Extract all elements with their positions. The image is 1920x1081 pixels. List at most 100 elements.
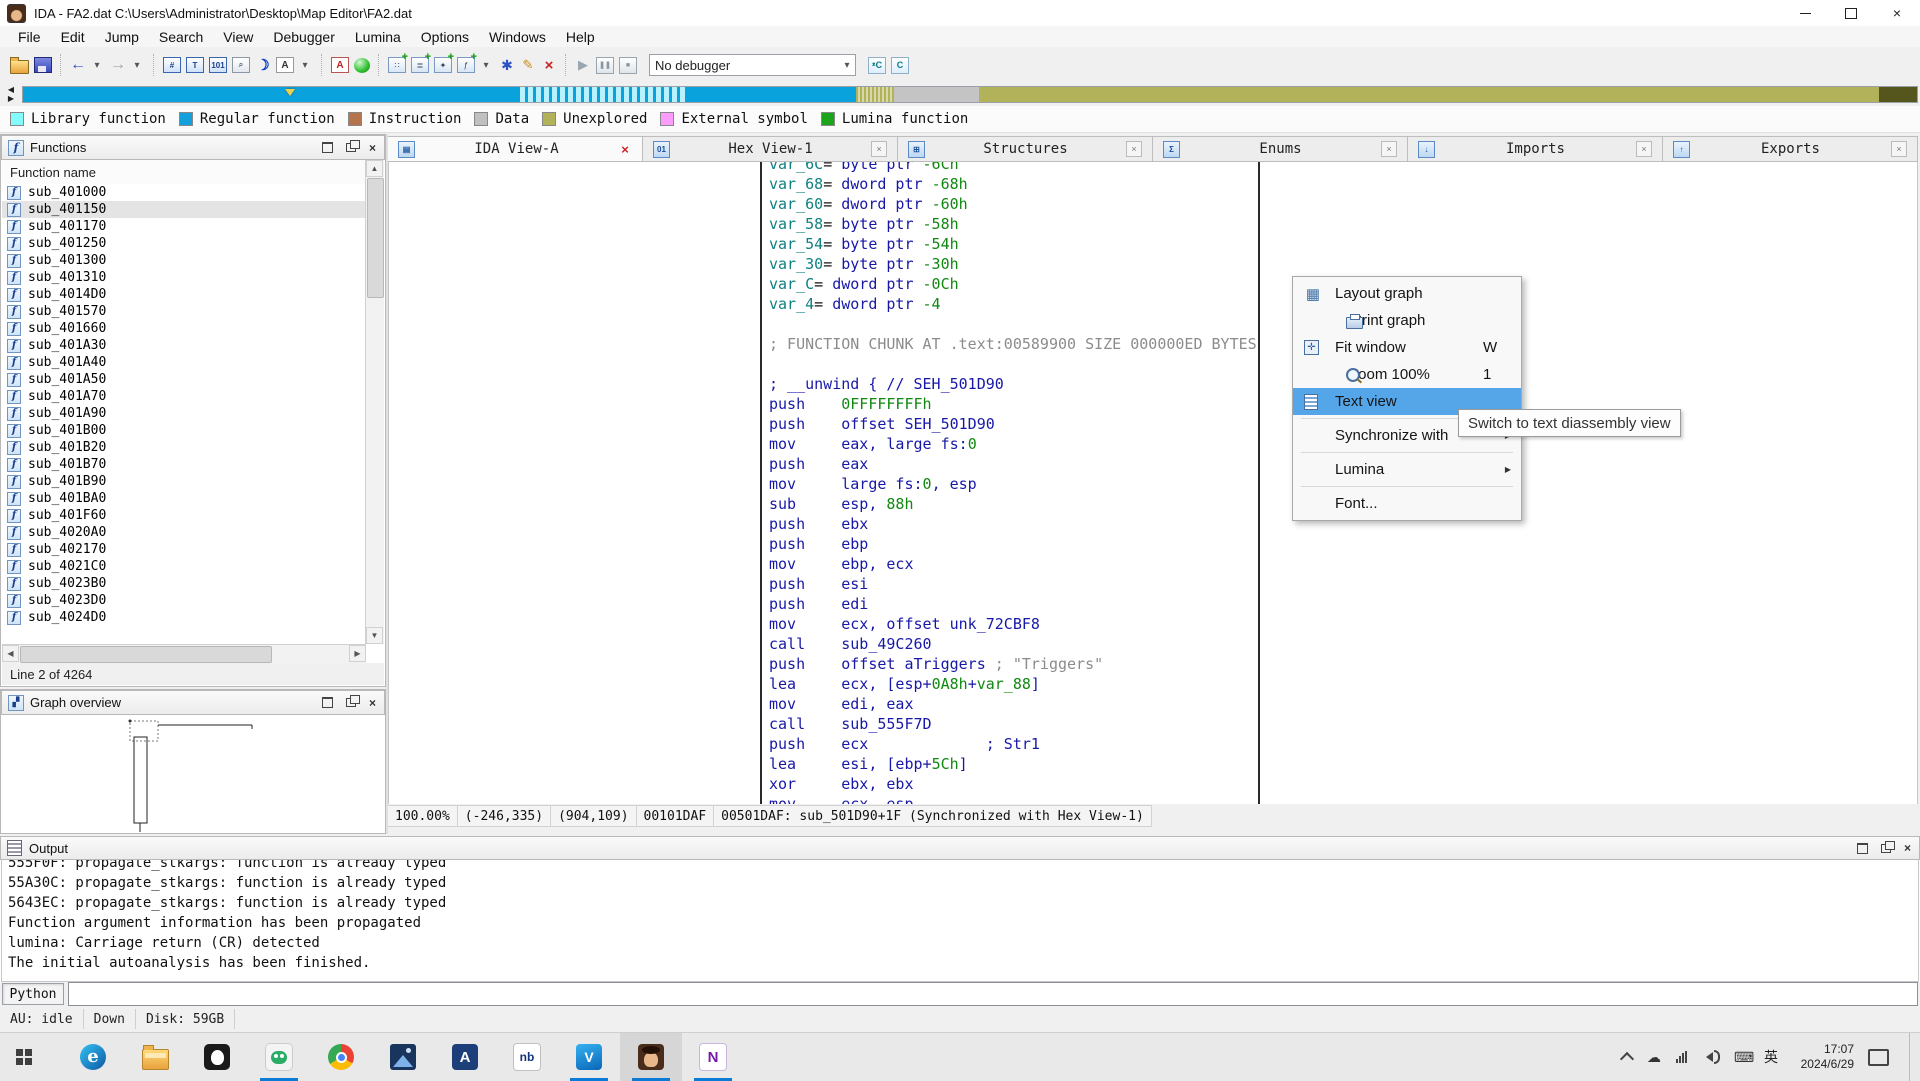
asm-line[interactable]: push offset SEH_501D90 [769, 414, 1258, 434]
context-menu-item[interactable]: Lumina [1293, 456, 1521, 483]
panel-float-icon[interactable] [346, 698, 356, 707]
keyboard-icon[interactable]: ⌨ [1734, 1049, 1750, 1066]
function-name-column-header[interactable]: Function name [2, 160, 366, 185]
network-icon[interactable] [1676, 1051, 1687, 1063]
taskbar-app-button[interactable] [310, 1033, 372, 1081]
graph-overview-canvas[interactable] [2, 715, 384, 832]
cloud-icon[interactable]: ☁ [1646, 1049, 1662, 1066]
undefine-icon[interactable]: × [541, 56, 557, 74]
debug-pause-icon[interactable]: ❚❚ [596, 57, 614, 74]
function-list-item[interactable]: f sub_401250 [2, 235, 366, 252]
jump-name-icon[interactable]: T [186, 57, 204, 73]
asm-line[interactable]: mov ebp, ecx [769, 554, 1258, 574]
context-menu-item[interactable]: Fit window W [1293, 334, 1521, 361]
taskbar-app-button[interactable] [620, 1033, 682, 1081]
back-dropdown-icon[interactable]: ▾ [89, 56, 105, 74]
maximize-button[interactable] [1828, 0, 1874, 26]
context-menu-item[interactable] [1301, 486, 1513, 487]
scrollbar-thumb[interactable] [367, 178, 384, 298]
forward-dropdown-icon[interactable]: ▾ [129, 56, 145, 74]
asm-line[interactable]: push ecx ; Str1 [769, 734, 1258, 754]
asm-line[interactable]: sub esp, 88h [769, 494, 1258, 514]
asm-line[interactable]: call sub_49C260 [769, 634, 1258, 654]
chevron-down-icon[interactable]: ▾ [839, 60, 855, 71]
jump-binary-icon[interactable]: 101 [209, 57, 227, 73]
menu-item[interactable]: Windows [479, 26, 556, 47]
asm-line[interactable]: var_58= byte ptr -58h [769, 214, 1258, 234]
panel-float-icon[interactable] [346, 143, 356, 152]
asm-line[interactable]: var_4= dword ptr -4 [769, 294, 1258, 314]
function-list-item[interactable]: f sub_401BA0 [2, 490, 366, 507]
context-menu-item[interactable] [1301, 452, 1513, 453]
view-tab[interactable]: ▤ IDA View-A × [388, 136, 643, 162]
asm-line[interactable]: xor ebx, ebx [769, 774, 1258, 794]
make-code-icon[interactable]: ∷ [388, 57, 406, 73]
panel-restore-icon[interactable] [322, 697, 333, 708]
navigate-forward-icon[interactable]: → [110, 56, 126, 74]
taskbar-app-button[interactable] [682, 1033, 744, 1081]
function-list-item[interactable]: f sub_4021C0 [2, 558, 366, 575]
function-list-item[interactable]: f sub_401A40 [2, 354, 366, 371]
python-selector-button[interactable]: Python [2, 983, 64, 1005]
function-list-item[interactable]: f sub_4024D0 [2, 609, 366, 626]
function-list-item[interactable]: f sub_4023D0 [2, 592, 366, 609]
function-list-item[interactable]: f sub_401F60 [2, 507, 366, 524]
menu-item[interactable]: Jump [95, 26, 149, 47]
asm-line[interactable]: ; FUNCTION CHUNK AT .text:00589900 SIZE … [769, 334, 1258, 354]
debug-run-icon[interactable]: ▶ [575, 56, 591, 74]
panel-float-icon[interactable] [1881, 844, 1891, 853]
debugger-setup-icon[interactable]: C [891, 57, 909, 74]
debugger-selector[interactable]: No debugger ▾ [649, 54, 856, 76]
view-tab[interactable]: 01 Hex View-1 × [643, 136, 898, 162]
menu-item[interactable]: Search [149, 26, 213, 47]
debugger-options-icon[interactable]: ᵜC [868, 57, 886, 74]
ascii-strings-icon[interactable]: A [276, 57, 294, 73]
menu-item[interactable]: Edit [51, 26, 95, 47]
view-tab[interactable]: ↓ Imports × [1408, 136, 1663, 162]
tab-close-icon[interactable]: × [618, 142, 632, 156]
taskbar-app-button[interactable] [62, 1033, 124, 1081]
notification-center-icon[interactable] [1868, 1049, 1889, 1066]
scroll-down-icon[interactable]: ▼ [366, 627, 383, 644]
asm-line[interactable]: push offset aTriggers ; "Triggers" [769, 654, 1258, 674]
save-file-icon[interactable] [34, 57, 52, 73]
view-tab[interactable]: Σ Enums × [1153, 136, 1408, 162]
open-file-icon[interactable] [10, 60, 29, 74]
tab-close-icon[interactable]: × [1126, 141, 1142, 157]
asm-line[interactable] [769, 314, 1258, 334]
scrollbar-thumb[interactable] [20, 646, 272, 663]
asm-line[interactable]: mov large fs:0, esp [769, 474, 1258, 494]
asm-line[interactable]: var_68= dword ptr -68h [769, 174, 1258, 194]
edit-icon[interactable]: ✎ [520, 56, 536, 74]
function-list-item[interactable]: f sub_401150 [2, 201, 366, 218]
jump-address-icon[interactable]: # [163, 57, 181, 73]
function-list-item[interactable]: f sub_401000 [2, 184, 366, 201]
function-list-item[interactable]: f sub_401B20 [2, 439, 366, 456]
asm-line[interactable]: var_C= dword ptr -0Ch [769, 274, 1258, 294]
menu-item[interactable]: File [8, 26, 51, 47]
asm-line[interactable]: var_6C= byte ptr -6Ch [769, 162, 1258, 174]
minimize-button[interactable] [1782, 0, 1828, 26]
asm-line[interactable]: push edi [769, 594, 1258, 614]
asm-line[interactable]: var_54= byte ptr -54h [769, 234, 1258, 254]
functions-horizontal-scrollbar[interactable]: ◀ ▶ [2, 644, 366, 663]
asm-line[interactable]: push eax [769, 454, 1258, 474]
navigate-back-icon[interactable]: ← [70, 56, 86, 74]
python-command-input[interactable] [68, 982, 1918, 1006]
taskbar-app-button[interactable] [496, 1033, 558, 1081]
function-list-item[interactable]: f sub_401A50 [2, 371, 366, 388]
scroll-left-icon[interactable]: ◀ [2, 645, 19, 662]
view-tab[interactable]: ⊞ Structures × [898, 136, 1153, 162]
search-icon[interactable]: ⌕ [232, 57, 250, 73]
menu-item[interactable]: Debugger [263, 26, 345, 47]
taskbar-app-button[interactable] [124, 1033, 186, 1081]
tab-close-icon[interactable]: × [1381, 141, 1397, 157]
function-list-item[interactable]: f sub_401170 [2, 218, 366, 235]
scroll-right-icon[interactable]: ▶ [349, 645, 366, 662]
disassembly-graph-view[interactable]: var_6C= byte ptr -6Chvar_68= dword ptr -… [388, 162, 1918, 805]
night-mode-icon[interactable]: ☽ [255, 56, 271, 74]
output-log[interactable]: 555F0F: propagate_stkargs: function is a… [1, 860, 1919, 982]
tray-expand-icon[interactable] [1620, 1052, 1634, 1066]
show-desktop-strip[interactable] [1909, 1033, 1914, 1081]
make-dropdown-icon[interactable]: ▾ [478, 56, 494, 74]
